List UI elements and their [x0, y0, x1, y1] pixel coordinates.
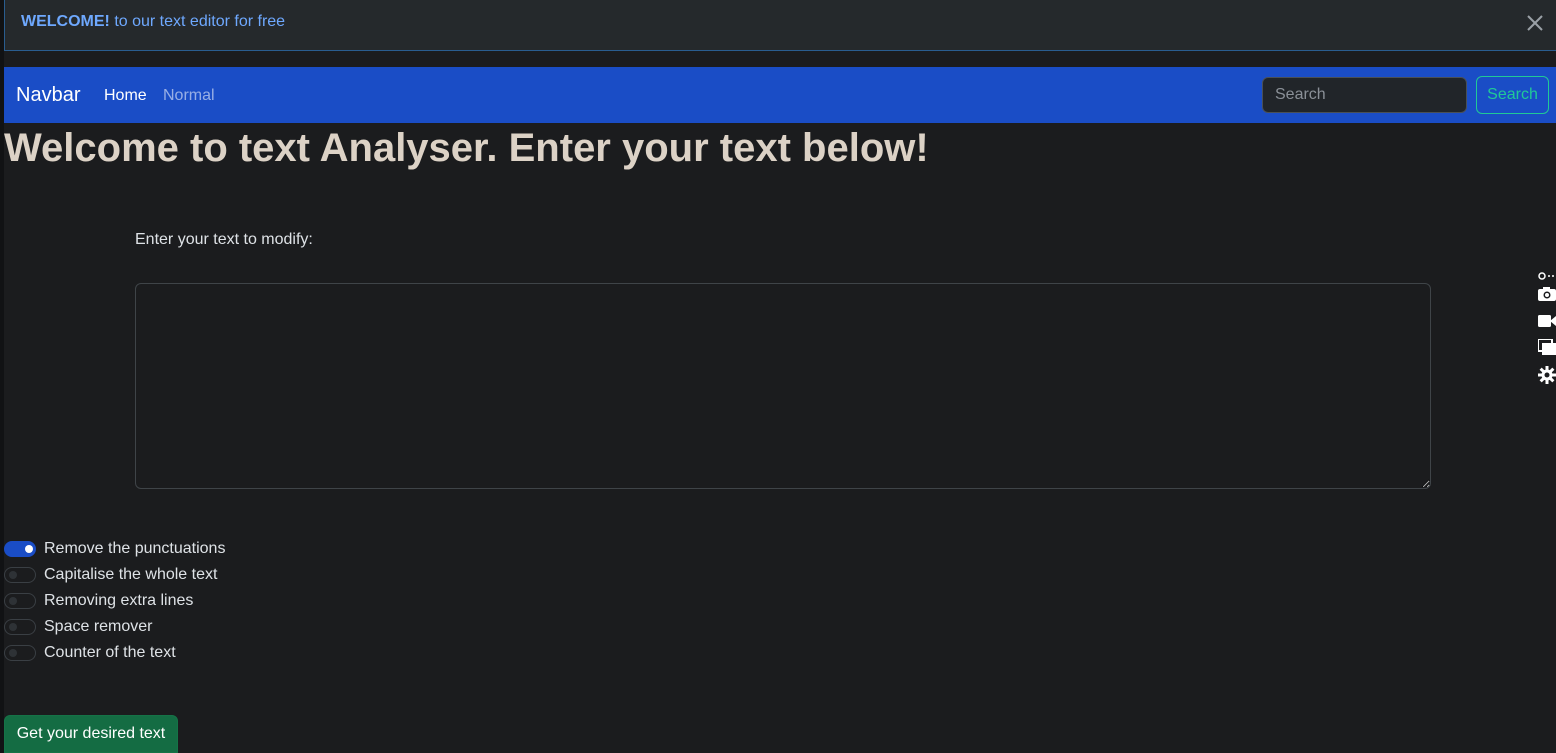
page-title: Welcome to text Analyser. Enter your tex…	[4, 126, 929, 170]
search-input[interactable]	[1262, 77, 1467, 113]
alert-body-text: to our text editor for free	[109, 13, 286, 30]
option-space-remover[interactable]: Space remover	[4, 616, 153, 638]
text-input-area[interactable]	[135, 283, 1431, 489]
nav-link-home[interactable]: Home	[104, 87, 147, 105]
get-text-button[interactable]: Get your desired text	[4, 715, 178, 753]
textarea-label: Enter your text to modify:	[135, 231, 313, 248]
navbar: Navbar Home Normal Search	[4, 67, 1556, 123]
option-label: Space remover	[44, 618, 153, 635]
alert-message: WELCOME! to our text editor for free	[21, 13, 285, 31]
toggle-switch[interactable]	[4, 541, 36, 557]
search-button[interactable]: Search	[1476, 76, 1549, 114]
toggle-switch[interactable]	[4, 567, 36, 583]
nav-link-normal[interactable]: Normal	[163, 87, 215, 105]
camera-icon[interactable]	[1538, 285, 1556, 303]
option-label: Capitalise the whole text	[44, 566, 218, 583]
toggle-knob	[9, 623, 17, 631]
gear-icon[interactable]	[1538, 366, 1556, 384]
toggle-switch[interactable]	[4, 645, 36, 661]
alert-strong-text: WELCOME!	[21, 13, 110, 30]
toggle-switch[interactable]	[4, 619, 36, 635]
toggle-knob	[9, 649, 17, 657]
link-icon[interactable]	[1538, 268, 1556, 286]
welcome-alert: WELCOME! to our text editor for free	[4, 0, 1556, 51]
option-capitalise[interactable]: Capitalise the whole text	[4, 564, 217, 586]
toggle-knob	[25, 545, 33, 553]
option-label: Remove the punctuations	[44, 540, 226, 557]
side-toolbar	[1536, 268, 1556, 388]
page: WELCOME! to our text editor for free Nav…	[0, 0, 1556, 753]
navbar-brand[interactable]: Navbar	[16, 84, 80, 107]
option-label: Removing extra lines	[44, 592, 194, 609]
option-counter[interactable]: Counter of the text	[4, 642, 176, 664]
video-icon[interactable]	[1538, 312, 1556, 330]
option-remove-extra-lines[interactable]: Removing extra lines	[4, 590, 193, 612]
toggle-switch[interactable]	[4, 593, 36, 609]
option-label: Counter of the text	[44, 644, 176, 661]
window-icon[interactable]	[1537, 338, 1556, 357]
toggle-knob	[9, 571, 17, 579]
toggle-knob	[9, 597, 17, 605]
option-remove-punctuations[interactable]: Remove the punctuations	[4, 538, 225, 560]
close-icon[interactable]	[1524, 12, 1546, 34]
